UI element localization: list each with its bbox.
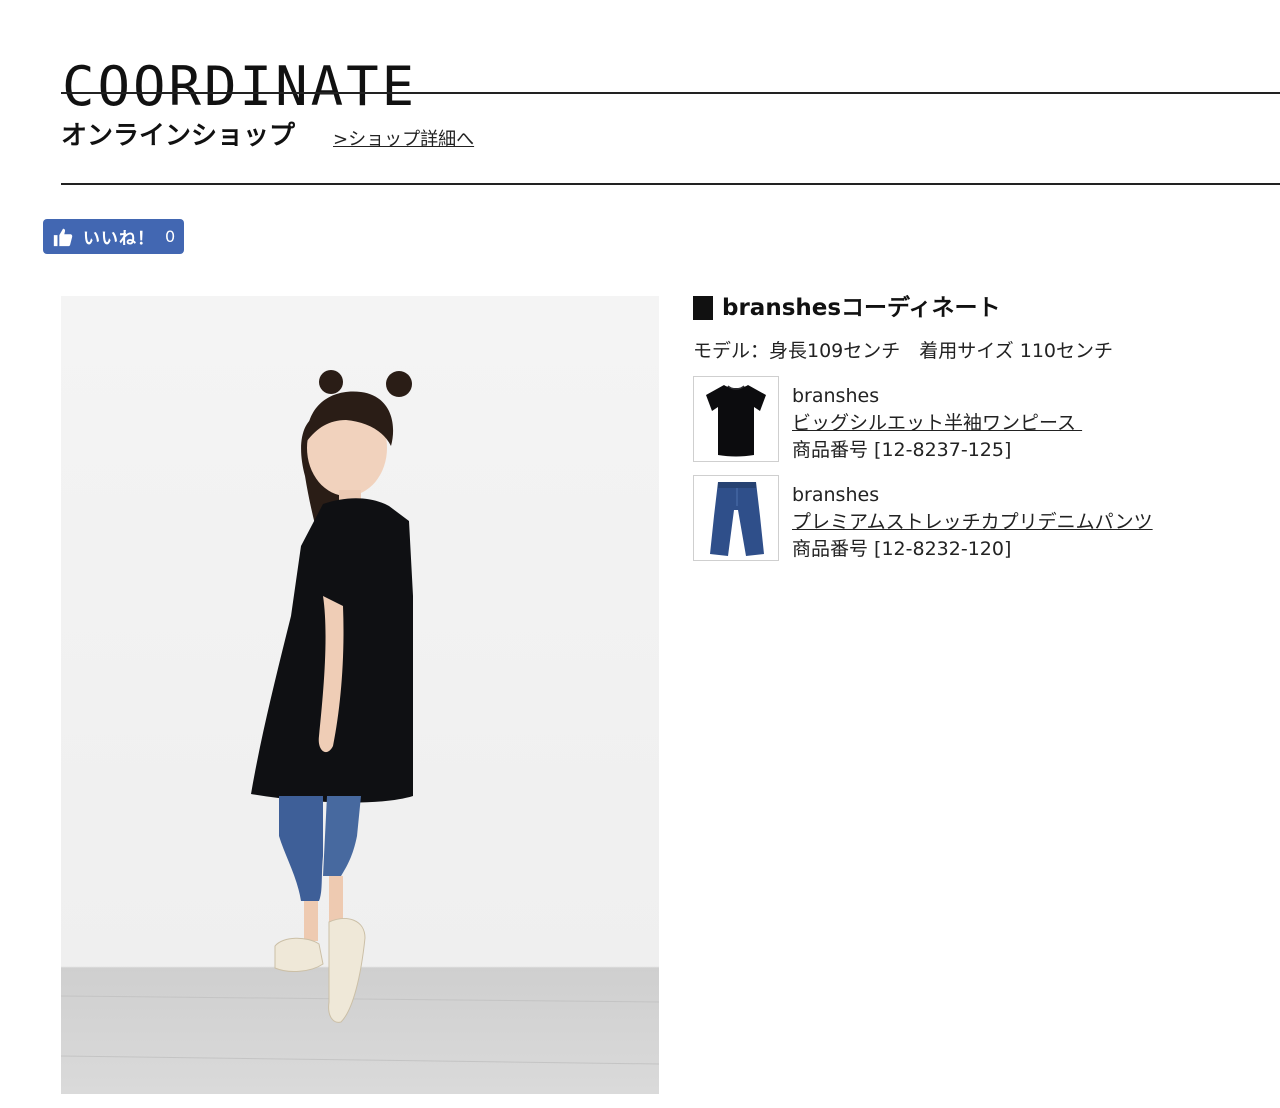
page-title: COORDINATE — [62, 55, 418, 119]
title-square-icon — [693, 296, 713, 320]
shop-heading: オンラインショップ — [61, 121, 296, 151]
like-button[interactable]: いいね！ 0 — [43, 219, 184, 254]
product-number: 商品番号 [12-8237-125] — [792, 439, 1012, 461]
coordinate-title-text: branshesコーディネート — [722, 295, 1001, 321]
coordinate-title: branshesコーディネート — [693, 293, 1000, 323]
like-count: 0 — [165, 227, 176, 246]
product-item: branshes プレミアムストレッチカプリデニムパンツ 商品番号 [12-82… — [693, 475, 1280, 565]
thumbs-up-icon — [52, 226, 74, 248]
black-dress-thumbnail[interactable] — [693, 376, 779, 462]
product-brand: branshes — [792, 385, 880, 407]
shop-detail-link[interactable]: >ショップ詳細へ — [333, 128, 474, 152]
header-divider-bottom — [61, 183, 1280, 185]
model-info: モデル：身長109センチ 着用サイズ 110センチ — [693, 340, 1114, 362]
product-name-link[interactable]: プレミアムストレッチカプリデニムパンツ — [792, 509, 1153, 535]
product-name-link[interactable]: ビッグシルエット半袖ワンピース — [792, 410, 1082, 436]
header-divider-top — [61, 92, 1280, 94]
product-item: branshes ビッグシルエット半袖ワンピース 商品番号 [12-8237-1… — [693, 376, 1280, 466]
denim-pants-thumbnail[interactable] — [693, 475, 779, 561]
like-label: いいね！ — [83, 229, 155, 249]
product-number: 商品番号 [12-8232-120] — [792, 538, 1012, 560]
product-brand: branshes — [792, 484, 880, 506]
model-photo — [61, 296, 659, 1094]
